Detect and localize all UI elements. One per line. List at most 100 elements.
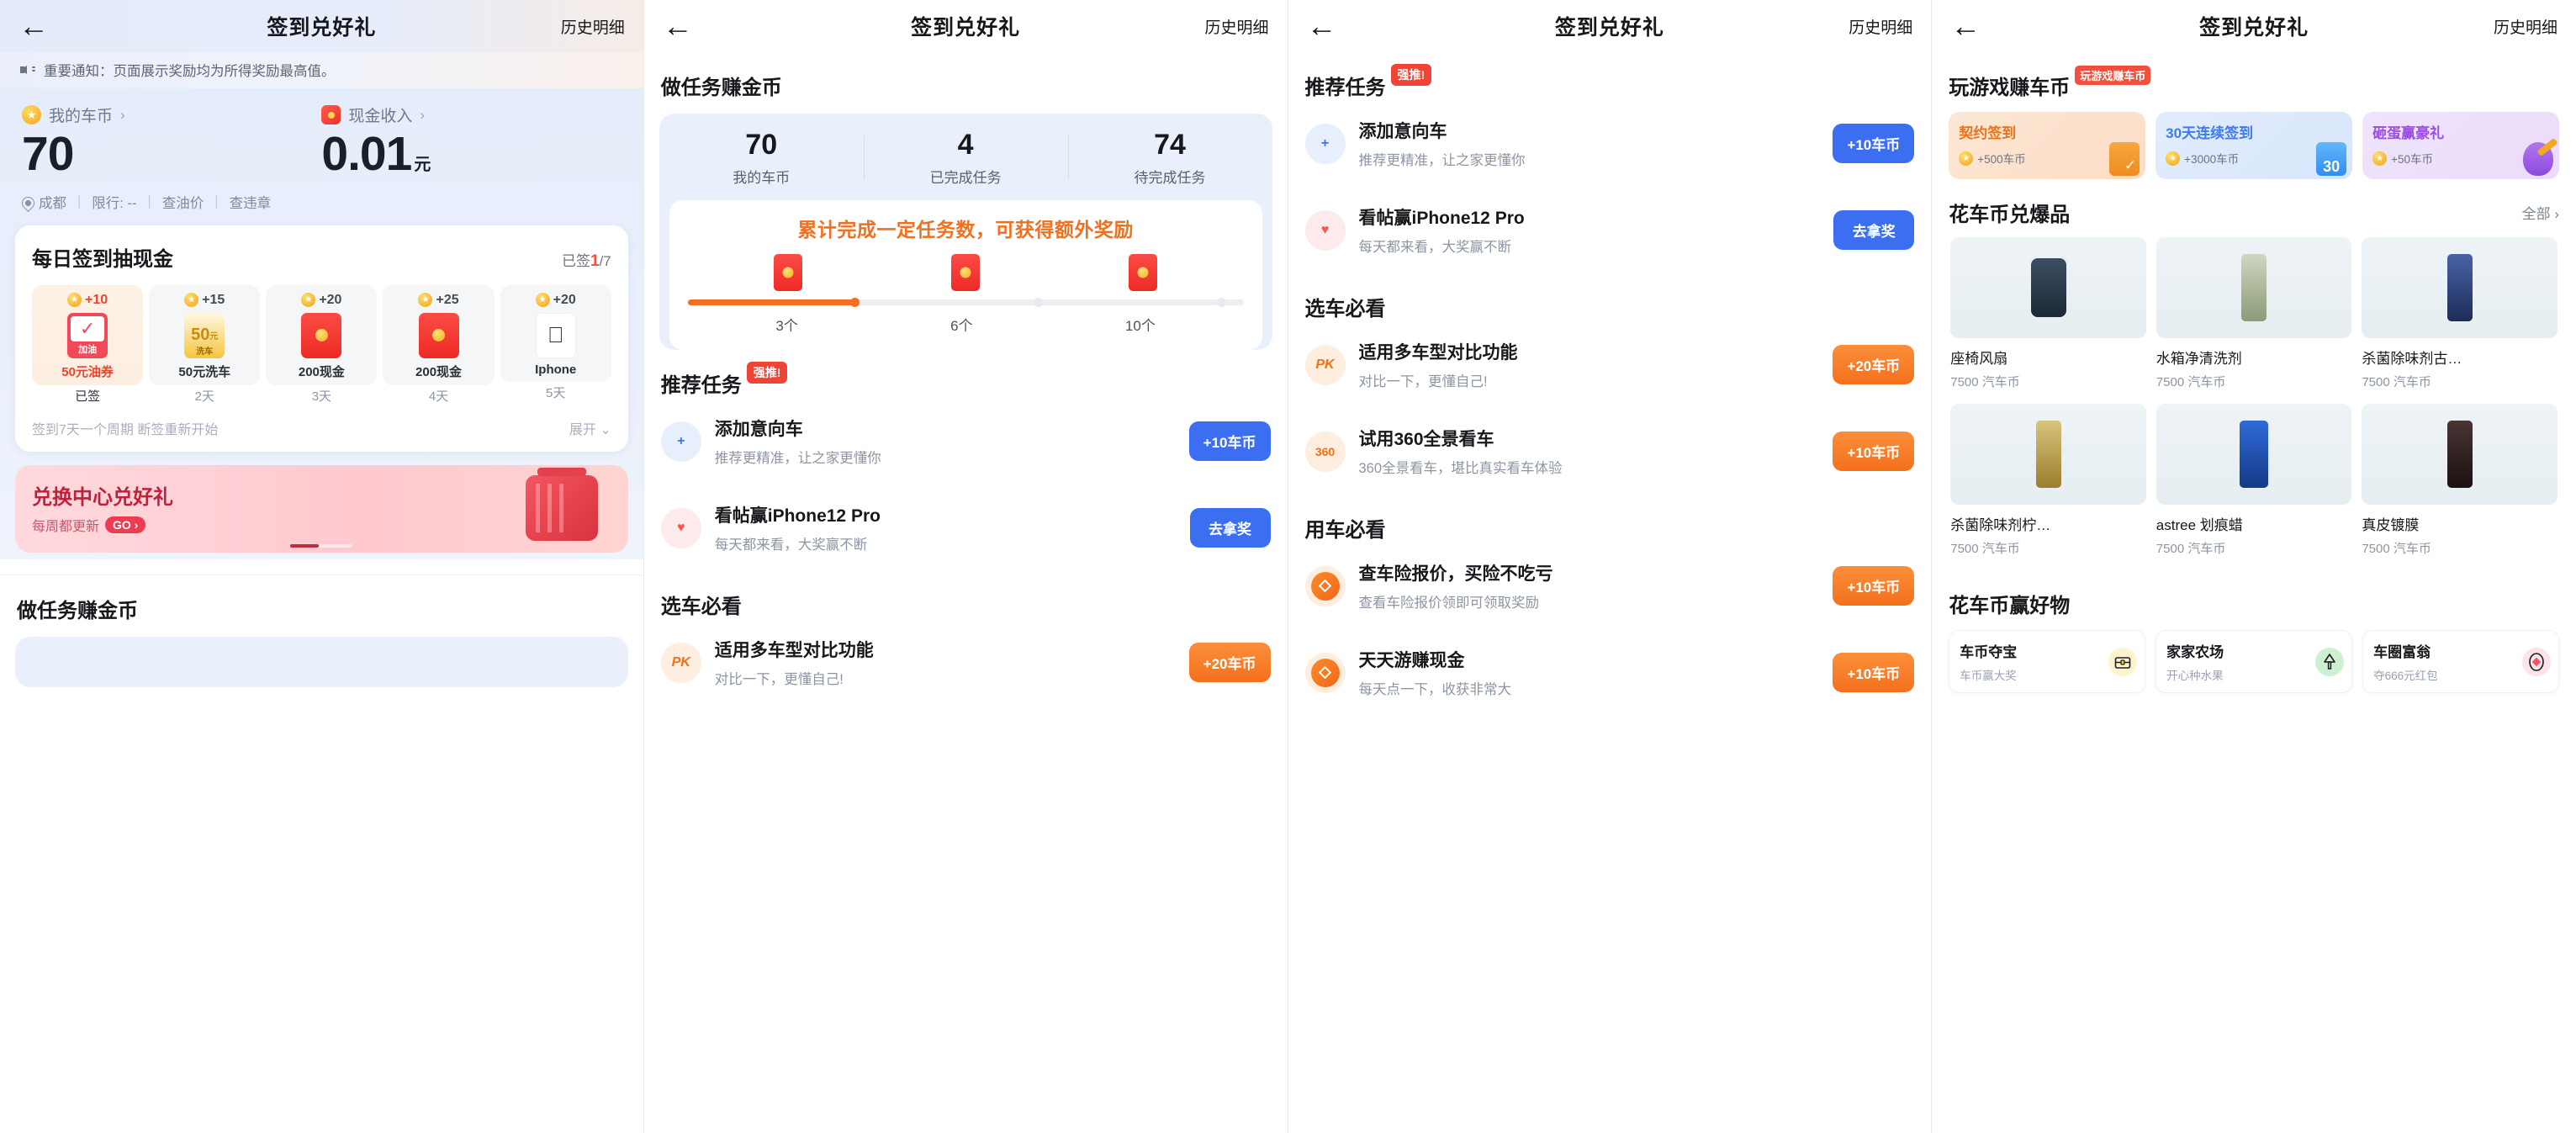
arrow-left-icon[interactable]: ← [663,11,696,41]
task-row[interactable]: PK 适用多车型对比功能 对比一下，更懂自己! +20车币 [644,619,1288,706]
task-row[interactable]: 360 试用360全景看车 360全景看车，堪比真实看车体验 +10车币 [1288,408,1932,495]
milestone-promo-text: 累计完成一定任务数，可获得额外奖励 [797,219,1134,241]
arrow-left-icon[interactable]: ← [1307,11,1341,41]
signin-day-label: 2天 [194,389,214,404]
product-image [2362,237,2557,338]
coin-icon: ★ [1959,151,1974,166]
task-action-button[interactable]: 去拿奖 [1833,210,1915,250]
tree-icon [2315,647,2345,676]
stat-pending-tasks: 74 待完成任务 [1067,129,1272,187]
task-action-button[interactable]: +10车币 [1833,653,1915,692]
signin-day-2[interactable]: ★ +15 50 元洗车 50元洗车 2天 [149,284,261,405]
milestone-labels: 3个 6个 10个 [685,314,1247,335]
task-row[interactable]: 天天游赚现金 每天点一下，收获非常大 +10车币 [1288,629,1932,716]
city-item[interactable]: 成都 [19,192,66,212]
cash-balance[interactable]: 现金收入 › 0.01 元 [321,103,621,180]
task-name: 试用360全景看车 [1358,430,1494,449]
task-desc: 推荐更精准，让之家更懂你 [714,451,881,466]
signin-day-4[interactable]: ★ +25 200现金 4天 [383,284,495,405]
task-desc: 每天都来看，大奖赢不断 [1358,240,1512,255]
history-detail-link[interactable]: 历史明细 [2494,15,2557,38]
milestone-label: 3个 [775,318,798,334]
task-action-button[interactable]: +20车币 [1188,643,1271,682]
banner-title: 兑换中心兑好礼 [32,485,173,509]
win-card-tycoon[interactable]: 车圈富翁 夺666元红包 [2362,630,2560,693]
task-action-button[interactable]: +10车币 [1833,566,1915,606]
game-card-title: 30天连续签到 [2166,125,2254,141]
banner-go-button[interactable]: GO › [105,516,146,533]
banner-subtitle: 每周都更新 [32,519,100,534]
violation-link[interactable]: 查违章 [230,192,272,212]
exchange-center-banner[interactable]: 兑换中心兑好礼 每周都更新 GO › [15,464,628,553]
stats-card-placeholder [15,636,628,687]
pk-icon: PK [1304,344,1346,385]
product-image [2362,404,2557,505]
arrow-left-icon[interactable]: ← [1950,11,1984,41]
task-row[interactable]: PK 适用多车型对比功能 对比一下，更懂自己! +20车币 [1288,321,1932,408]
product-name: 真皮镀膜 [2362,517,2420,533]
signin-day-5[interactable]: ★+20  Iphone 5天 [500,284,611,405]
product-card[interactable]: astree 划痕蜡 7500 汽车币 [2151,404,2357,570]
product-card[interactable]: 座椅风扇 7500 汽车币 [1945,237,2151,404]
milestone-knob-2 [1034,298,1044,307]
history-detail-link[interactable]: 历史明细 [561,15,625,38]
expand-button[interactable]: 展开 ⌄ [569,418,611,438]
task-row[interactable]: ♥ 看帖赢iPhone12 Pro 每天都来看，大奖赢不断 去拿奖 [1288,187,1932,273]
history-detail-link[interactable]: 历史明细 [1204,15,1268,38]
task-row[interactable]: + 添加意向车 推荐更精准，让之家更懂你 +10车币 [644,398,1288,484]
cash-balance-label: 现金收入 [348,108,413,125]
task-action-button[interactable]: +10车币 [1833,124,1915,163]
coin-balance[interactable]: ★ 我的车币 › 70 [22,103,321,180]
cash-amount: 0.01 [321,127,412,181]
win-card-farm[interactable]: 家家农场 开心种水果 [2155,630,2353,693]
win-card-treasure[interactable]: 车币夺宝 车币赢大奖 [1949,630,2146,693]
diamond-ring-icon [2522,647,2552,676]
milestone-progress-bar[interactable] [687,298,1244,307]
task-action-button[interactable]: +20车币 [1833,345,1915,384]
red-packet-icon [321,105,341,124]
win-header: 花车币赢好物 [1932,570,2576,618]
game-card-egg-smash[interactable]: 砸蛋赢豪礼 ★ +50车币 [2362,112,2560,179]
coin-icon: ★ [22,105,41,124]
product-card[interactable]: 杀菌除味剂柠… 7500 汽车币 [1945,404,2151,570]
divider: | [77,193,82,209]
signin-bonus: ★ +25 [384,293,492,308]
task-row[interactable]: + 添加意向车 推荐更精准，让之家更懂你 +10车币 [1288,100,1932,187]
product-card[interactable]: 杀菌除味剂古… 7500 汽车币 [2356,237,2563,404]
task-name: 添加意向车 [714,420,803,439]
signin-day-title: 200现金 [415,364,463,379]
product-price: 7500 汽车币 [1950,542,2020,556]
wash-coupon-icon: 50 元洗车 [184,312,225,358]
product-card[interactable]: 真皮镀膜 7500 汽车币 [2356,404,2563,570]
stat-value: 4 [957,129,974,161]
signin-footer: 签到7天一个周期 断签重新开始 展开 ⌄ [32,418,611,438]
heart-plus-icon: ♥ [1304,209,1346,251]
signin-day-3[interactable]: ★ +20 200现金 3天 [266,284,378,405]
game-card-contract-signin[interactable]: 契约签到 ★ +500车币 [1949,112,2146,179]
arrow-left-icon[interactable]: ← [19,11,52,41]
task-action-button[interactable]: +10车币 [1188,421,1271,461]
history-detail-link[interactable]: 历史明细 [1849,15,1912,38]
product-card[interactable]: 水箱净清洗剂 7500 汽车币 [2151,237,2357,404]
task-text: 天天游赚现金 每天点一下，收获非常大 [1359,647,1820,698]
task-action-button[interactable]: 去拿奖 [1189,508,1271,548]
limit-label[interactable]: 限行: -- [92,192,136,212]
signin-day-label: 4天 [428,389,449,404]
page-title: 签到兑好礼 [911,16,1021,40]
hero-section: ← 签到兑好礼 历史明细 重要通知：页面展示奖励均为所得奖励最高值。 ★ 我的车… [0,0,643,559]
shop-all-link[interactable]: 全部 › [2522,202,2559,223]
game-card-30day-signin[interactable]: 30天连续签到 ★ +3000车币 30 [2155,112,2353,179]
oil-price-link[interactable]: 查油价 [162,192,204,212]
task-row[interactable]: 查车险报价，买险不吃亏 查看车险报价领即可领取奖励 +10车币 [1288,543,1932,629]
task-action-button[interactable]: +10车币 [1833,431,1915,471]
games-badge: 玩游戏赚车币 [2075,66,2151,85]
task-name: 适用多车型对比功能 [714,641,874,660]
coin-icon: ★ [2166,151,2181,166]
task-row[interactable]: ♥ 看帖赢iPhone12 Pro 每天都来看，大奖赢不断 去拿奖 [644,484,1288,571]
signin-day-1[interactable]: ★+10 加油 50元油券 已签 [32,284,144,405]
shop-header: 花车币兑爆品 全部 › [1932,179,2576,227]
chevron-right-icon: › [420,106,426,123]
task-text: 试用360全景看车 360全景看车，堪比真实看车体验 [1359,426,1820,477]
diamond-ring-glyph [2529,652,2544,671]
notice-text: 重要通知：页面展示奖励均为所得奖励最高值。 [44,64,336,79]
